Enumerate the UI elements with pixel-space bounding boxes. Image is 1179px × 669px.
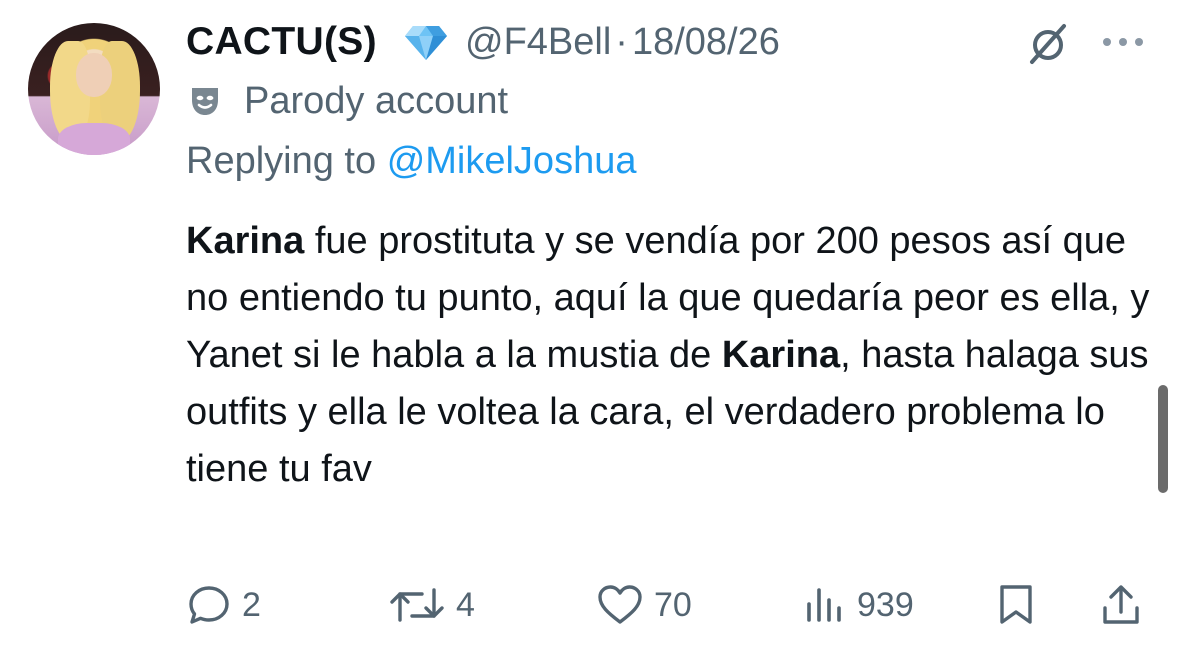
- share-button[interactable]: [1098, 582, 1144, 628]
- parody-account-label: Parody account: [244, 80, 509, 122]
- bookmark-icon: [1000, 585, 1032, 624]
- replying-to: Replying to @MikelJoshua: [186, 136, 636, 186]
- more-icon[interactable]: [1098, 30, 1148, 54]
- grok-icon[interactable]: [1024, 20, 1072, 68]
- retweet-count: 4: [456, 586, 475, 624]
- replying-prefix: Replying to: [186, 140, 377, 182]
- user-handle[interactable]: @F4Bell: [465, 21, 611, 63]
- retweet-button[interactable]: 4: [388, 582, 475, 628]
- share-icon: [1103, 585, 1139, 624]
- views-count: 939: [857, 586, 914, 624]
- bookmark-button[interactable]: [996, 582, 1036, 628]
- avatar[interactable]: [28, 23, 160, 155]
- reply-target-handle[interactable]: @MikelJoshua: [387, 140, 637, 182]
- like-button[interactable]: 70: [596, 582, 692, 628]
- handle-and-date[interactable]: @F4Bell · 18/08/26: [465, 18, 780, 66]
- reply-button[interactable]: 2: [186, 582, 261, 628]
- bold-name: Karina: [186, 220, 305, 262]
- views-button[interactable]: 939: [803, 582, 914, 628]
- retweet-icon: [390, 588, 444, 622]
- separator: ·: [615, 21, 628, 63]
- tweet-text: Karina fue prostituta y se vendía por 20…: [186, 213, 1156, 498]
- reply-count: 2: [242, 586, 261, 624]
- views-icon: [807, 588, 841, 622]
- like-count: 70: [654, 586, 692, 624]
- scrollbar[interactable]: [1158, 385, 1168, 493]
- reply-icon: [189, 586, 229, 624]
- theater-mask-icon: [192, 88, 218, 115]
- heart-icon: [598, 585, 642, 624]
- tweet-date[interactable]: 18/08/26: [632, 21, 780, 63]
- bold-name: Karina: [721, 334, 841, 376]
- diamond-icon: [405, 26, 447, 60]
- display-name[interactable]: CACTU(S): [186, 18, 377, 66]
